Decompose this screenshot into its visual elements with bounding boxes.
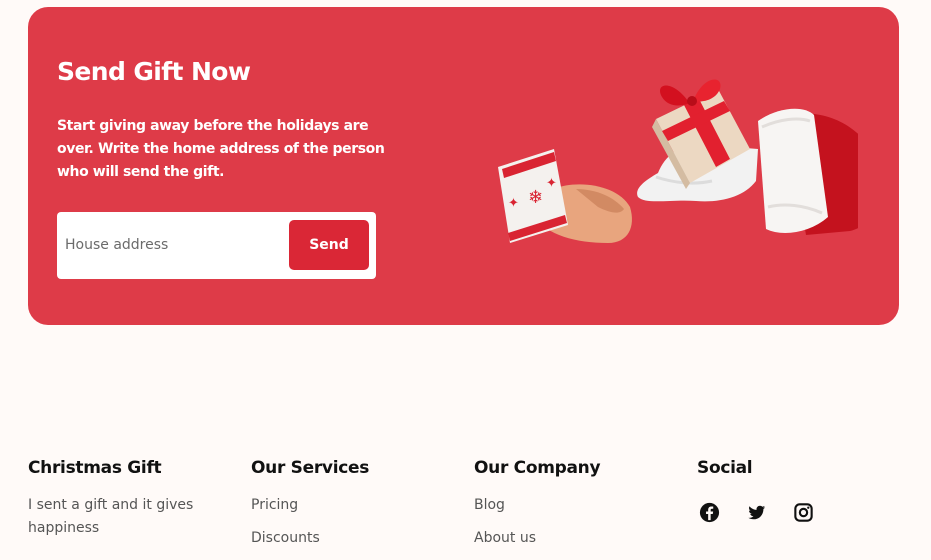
- gift-hands-illustration: ❄ ✦ ✦: [498, 79, 858, 243]
- list-item: Pricing: [251, 494, 369, 517]
- link-discounts[interactable]: Discounts: [251, 530, 320, 546]
- footer-social-heading: Social: [697, 458, 753, 478]
- banner-title: Send Gift Now: [57, 57, 251, 86]
- footer-brand-text: I sent a gift and it gives happiness: [28, 497, 194, 536]
- link-about-us[interactable]: About us: [474, 530, 536, 546]
- link-pricing[interactable]: Pricing: [251, 497, 298, 513]
- facebook-icon[interactable]: [698, 501, 721, 524]
- svg-text:✦: ✦: [508, 196, 519, 211]
- list-item: Blog: [474, 494, 600, 517]
- footer-services-column: Our Services Pricing Discounts: [251, 458, 369, 560]
- svg-text:✦: ✦: [546, 176, 557, 191]
- address-input[interactable]: [65, 225, 280, 265]
- footer-services-heading: Our Services: [251, 458, 370, 478]
- footer-services-links: Pricing Discounts: [251, 494, 369, 550]
- footer-brand-column: Christmas Gift I sent a gift and it give…: [28, 458, 218, 540]
- send-button[interactable]: Send: [289, 220, 369, 270]
- footer-brand-heading: Christmas Gift: [28, 458, 162, 478]
- list-item: Discounts: [251, 527, 369, 550]
- address-form: Send: [57, 212, 376, 279]
- social-icons: [698, 501, 815, 524]
- footer-company-links: Blog About us: [474, 494, 600, 550]
- footer-social-column: Social: [697, 458, 815, 524]
- footer-company-column: Our Company Blog About us: [474, 458, 601, 560]
- twitter-icon[interactable]: [745, 501, 768, 524]
- banner-description: Start giving away before the holidays ar…: [57, 118, 385, 180]
- left-hand-illustration: ❄ ✦ ✦: [498, 149, 632, 243]
- link-blog[interactable]: Blog: [474, 497, 505, 513]
- instagram-icon[interactable]: [792, 501, 815, 524]
- footer-company-heading: Our Company: [474, 458, 601, 478]
- send-gift-banner: Send Gift Now Start giving away before t…: [28, 7, 899, 325]
- list-item: About us: [474, 527, 600, 550]
- svg-text:❄: ❄: [528, 187, 543, 208]
